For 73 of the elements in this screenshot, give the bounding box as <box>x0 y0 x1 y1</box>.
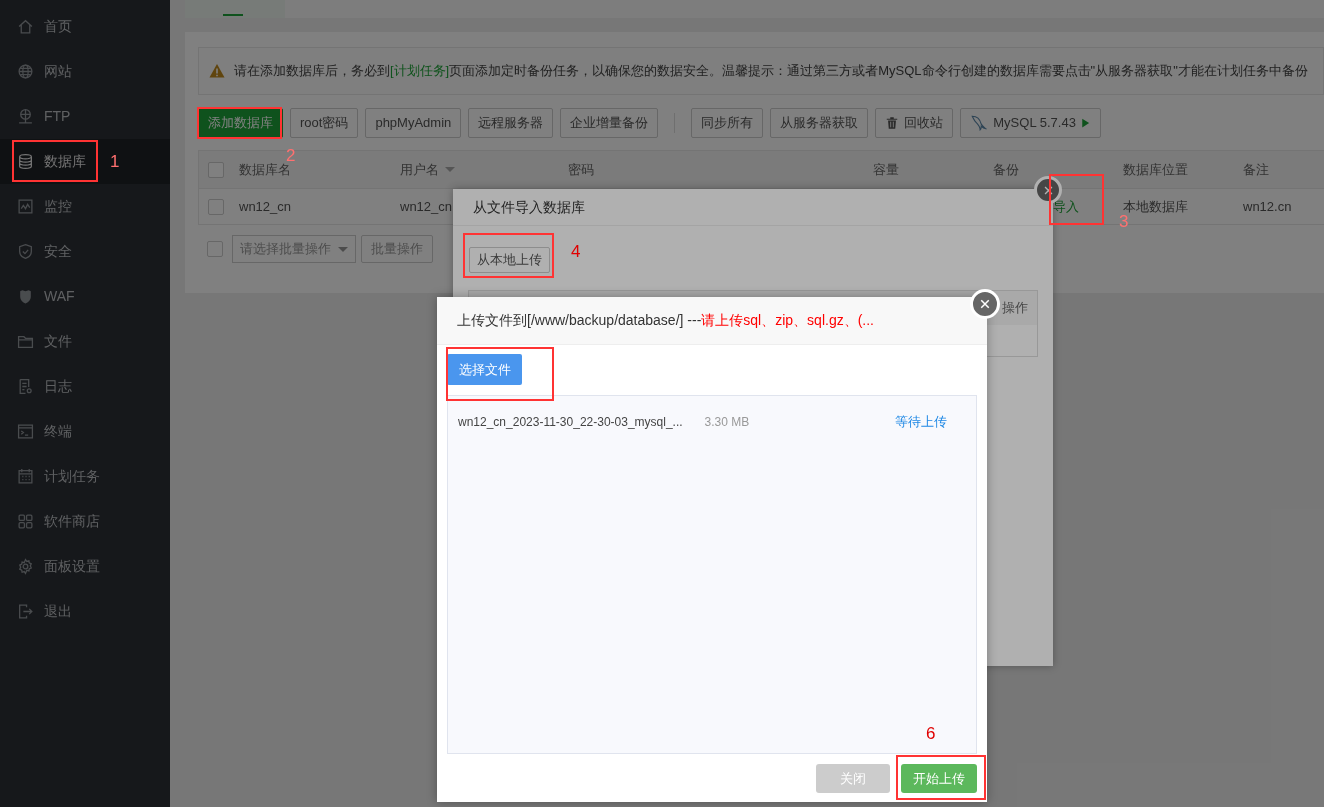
sidebar-item[interactable]: 日志 <box>0 364 170 409</box>
checkbox[interactable] <box>208 161 224 178</box>
toolbar-button[interactable]: 回收站 <box>875 108 954 138</box>
start-upload-button[interactable]: 开始上传 <box>901 764 977 793</box>
upload-hint: 请上传sql、zip、sql.gz、(... <box>701 311 874 330</box>
column-header[interactable]: 用户名 <box>400 161 455 177</box>
globe-icon <box>17 63 34 80</box>
sidebar-item[interactable]: 面板设置 <box>0 544 170 589</box>
sidebar-item[interactable]: 退出 <box>0 589 170 634</box>
sidebar-item[interactable]: 监控 <box>0 184 170 229</box>
sidebar-item[interactable]: 首页 <box>0 4 170 49</box>
column-header: 容量 <box>873 161 899 177</box>
table-cell: wn12.cn <box>1243 198 1292 214</box>
table-cell: 本地数据库 <box>1123 198 1188 214</box>
choose-file-button[interactable]: 选择文件 <box>447 354 522 385</box>
home-icon <box>17 18 34 35</box>
column-header: 备份 <box>993 161 1019 177</box>
annotation-box <box>1049 174 1104 225</box>
table-cell: wn12_cn <box>239 198 292 214</box>
file-name: wn12_cn_2023-11-30_22-30-03_mysql_... <box>458 414 683 431</box>
toolbar-button[interactable]: 企业增量备份 <box>560 108 659 138</box>
sidebar-item[interactable]: WAF <box>0 274 170 319</box>
grid-icon <box>17 513 34 530</box>
column-header: 操作 <box>1002 299 1028 318</box>
dolphin-icon <box>970 114 989 132</box>
toolbar-button[interactable]: 同步所有 <box>691 108 764 138</box>
sidebar-item[interactable]: 计划任务 <box>0 454 170 499</box>
annotation-number: 2 <box>286 147 296 164</box>
alert-text: 请在添加数据库后，务必到[计划任务]页面添加定时备份任务，以确保您的数据安全。温馨提示：通过第三方或者MySQL命令行创建的数据库需要点击"从服务器获取"才能在计划任务中备份 <box>234 62 1308 81</box>
upload-button[interactable]: 从本地上传 <box>469 247 550 273</box>
sidebar-item[interactable]: 终端 <box>0 409 170 454</box>
logout-icon <box>17 603 34 620</box>
sidebar-item[interactable]: 网站 <box>0 49 170 94</box>
sidebar-item[interactable]: 软件商店 <box>0 499 170 544</box>
trash-icon <box>885 116 900 130</box>
warning-icon <box>209 63 225 79</box>
task-link[interactable]: [计划任务] <box>390 63 450 79</box>
file-size: 3.30 MB <box>704 414 751 431</box>
toolbar-button[interactable]: 远程服务器 <box>468 108 554 138</box>
sidebar-item[interactable]: 安全 <box>0 229 170 274</box>
annotation-number: 3 <box>1119 213 1129 230</box>
dialog-title-text: 上传文件到[/www/backup/database/] --- <box>457 311 702 330</box>
annotation-number: 6 <box>926 725 936 742</box>
column-header: 数据库位置 <box>1123 161 1188 177</box>
toolbar-button[interactable]: root密码 <box>290 108 359 138</box>
terminal-icon <box>17 423 34 440</box>
sidebar-item[interactable]: 文件 <box>0 319 170 364</box>
upload-status: 等待上传 <box>894 413 947 432</box>
tab[interactable] <box>185 0 285 18</box>
checkbox[interactable] <box>207 241 223 257</box>
close-icon <box>979 298 991 310</box>
toolbar-button[interactable]: 从服务器获取 <box>770 108 869 138</box>
annotation-number: 1 <box>110 153 120 170</box>
database-icon <box>17 153 34 170</box>
column-header: 数据库名 <box>239 161 291 177</box>
checkbox[interactable] <box>208 198 224 215</box>
sidebar-item[interactable]: FTP <box>0 94 170 139</box>
close-icon <box>1042 184 1054 196</box>
chart-icon <box>17 198 34 215</box>
network-icon <box>17 108 34 125</box>
play-icon <box>1080 117 1091 129</box>
shield-icon <box>17 243 34 260</box>
settings-icon <box>17 558 34 575</box>
toolbar-button[interactable]: MySQL 5.7.43 <box>960 108 1101 138</box>
document-icon <box>17 378 34 395</box>
annotation-number: 4 <box>571 243 581 260</box>
toolbar-button[interactable]: phpMyAdmin <box>365 108 462 138</box>
table-cell: wn12_cn <box>400 198 453 214</box>
shield-icon <box>17 288 34 305</box>
column-header: 备注 <box>1243 161 1269 177</box>
column-header: 密码 <box>568 161 594 177</box>
folder-icon <box>17 333 34 350</box>
calendar-icon <box>17 468 34 485</box>
